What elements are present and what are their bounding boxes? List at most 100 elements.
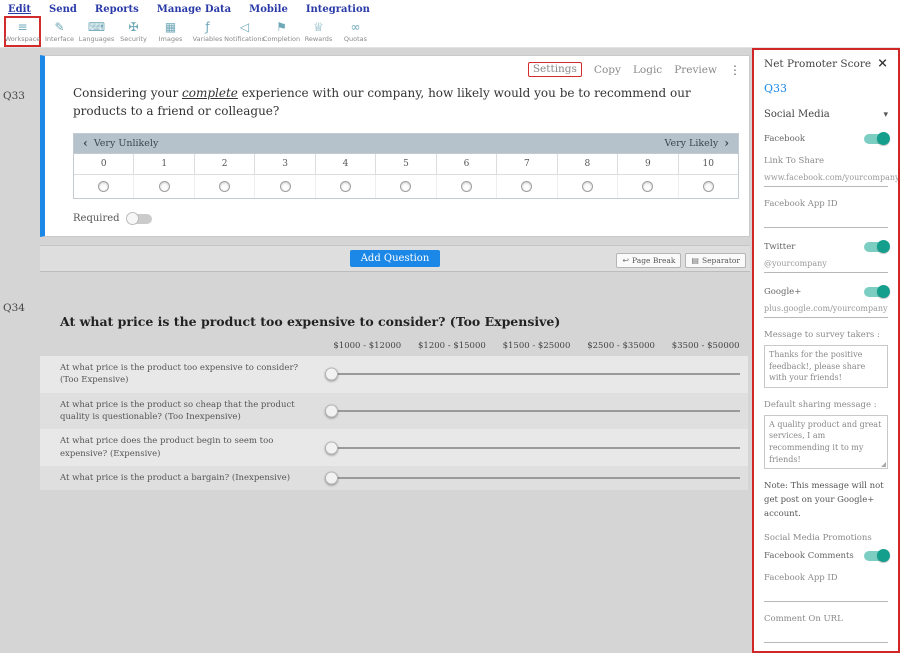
slider-track[interactable]: [325, 477, 740, 479]
social-media-section-header[interactable]: Social Media ▾: [764, 109, 888, 120]
toolbar-item-quotas[interactable]: ∞ Quotas: [337, 16, 374, 47]
toolbar-item-images[interactable]: ▦ Images: [152, 16, 189, 47]
menu-integration[interactable]: Integration: [306, 4, 370, 15]
toolbar-item-security[interactable]: ✠ Security: [115, 16, 152, 47]
toolbar-label: Interface: [45, 35, 74, 43]
scale-radio[interactable]: [255, 175, 315, 198]
page-break-button[interactable]: ↩ Page Break: [616, 253, 681, 268]
question-title[interactable]: At what price is the product too expensi…: [40, 314, 750, 329]
facebook-app-id-2-input[interactable]: [764, 588, 888, 602]
google-plus-input[interactable]: plus.google.com/yourcompany: [764, 302, 888, 318]
toolbar-item-workspace[interactable]: ≡ Workspace: [4, 16, 41, 47]
scale-value: 6: [437, 154, 497, 174]
separator-label: Separator: [702, 256, 740, 265]
toolbar-item-notifications[interactable]: ◁ Notifications: [226, 16, 263, 47]
survey-editor-canvas: Q33 Q34 Settings Copy Logic Preview ⋮ Co…: [0, 48, 752, 653]
required-label: Required: [73, 213, 120, 224]
row-label: At what price is the product a bargain? …: [40, 466, 325, 490]
toolbar-item-variables[interactable]: ƒ Variables: [189, 16, 226, 47]
toolbar-item-languages[interactable]: ⌨ Languages: [78, 16, 115, 47]
add-question-button[interactable]: Add Question: [350, 250, 441, 267]
toolbar-item-interface[interactable]: ✎ Interface: [41, 16, 78, 47]
nps-radio-row: [74, 174, 738, 198]
column-header: $2500 - $35000: [579, 341, 664, 351]
chevron-left-icon[interactable]: ‹: [83, 139, 88, 148]
facebook-toggle[interactable]: [864, 134, 888, 144]
slider-track[interactable]: [325, 447, 740, 449]
toolbar-item-completion[interactable]: ⚑ Completion: [263, 16, 300, 47]
radio-icon: [582, 181, 593, 192]
radio-icon: [642, 181, 653, 192]
scale-radio[interactable]: [437, 175, 497, 198]
comment-on-url-label: Comment On URL: [764, 614, 888, 624]
toolbar-label: Images: [159, 35, 183, 43]
matrix-row: At what price is the product so cheap th…: [40, 393, 748, 430]
question-block-q33: Settings Copy Logic Preview ⋮ Considerin…: [40, 55, 750, 237]
slider-handle[interactable]: [325, 472, 338, 485]
radio-icon: [98, 181, 109, 192]
message-to-survey-takers-textarea[interactable]: Thanks for the positive feedback!, pleas…: [764, 345, 888, 388]
scale-value: 5: [376, 154, 436, 174]
preview-button[interactable]: Preview: [674, 64, 717, 76]
menu-mobile[interactable]: Mobile: [249, 4, 288, 15]
twitter-toggle[interactable]: [864, 242, 888, 252]
scale-radio[interactable]: [497, 175, 557, 198]
separator-button[interactable]: ▤ Separator: [685, 253, 746, 268]
slider-handle[interactable]: [325, 441, 338, 454]
scale-radio[interactable]: [195, 175, 255, 198]
link-to-share-input[interactable]: www.facebook.com/yourcompany: [764, 171, 888, 187]
default-sharing-message-textarea[interactable]: A quality product and great services, I …: [764, 415, 888, 469]
slider-track[interactable]: [325, 410, 740, 412]
scale-radio[interactable]: [618, 175, 678, 198]
facebook-comments-toggle[interactable]: [864, 551, 888, 561]
settings-button[interactable]: Settings: [528, 62, 582, 77]
google-plus-label: Google+: [764, 287, 801, 297]
facebook-app-id-input[interactable]: [764, 214, 888, 228]
radio-icon: [521, 181, 532, 192]
scale-radio[interactable]: [376, 175, 436, 198]
menu-edit[interactable]: Edit: [8, 4, 31, 15]
matrix-row: At what price does the product begin to …: [40, 429, 748, 466]
matrix-column-headers: $1000 - $12000 $1200 - $15000 $1500 - $2…: [40, 341, 748, 351]
price-slider-matrix: $1000 - $12000 $1200 - $15000 $1500 - $2…: [40, 341, 748, 490]
security-icon: ✠: [128, 21, 138, 34]
google-plus-toggle[interactable]: [864, 287, 888, 297]
scale-radio[interactable]: [74, 175, 134, 198]
question-text[interactable]: Considering your complete experience wit…: [73, 84, 718, 120]
menu-manage-data[interactable]: Manage Data: [157, 4, 231, 15]
scale-value: 10: [679, 154, 738, 174]
chevron-right-icon[interactable]: ›: [724, 139, 729, 148]
scale-radio[interactable]: [134, 175, 194, 198]
column-header: $1500 - $25000: [494, 341, 579, 351]
google-note: Note: This message will not get post on …: [764, 479, 888, 521]
nps-scale-header: ‹ Very Unlikely Very Likely ›: [74, 134, 738, 153]
slider-track[interactable]: [325, 373, 740, 375]
slider-handle[interactable]: [325, 368, 338, 381]
menu-reports[interactable]: Reports: [95, 4, 139, 15]
question-actions: Settings Copy Logic Preview ⋮: [73, 62, 741, 77]
facebook-comments-label: Facebook Comments: [764, 551, 854, 561]
column-header: $1000 - $12000: [325, 341, 410, 351]
row-label: At what price is the product too expensi…: [40, 356, 325, 393]
toggle-knob: [877, 285, 890, 298]
scale-radio[interactable]: [558, 175, 618, 198]
scale-radio[interactable]: [679, 175, 738, 198]
twitter-handle-input[interactable]: @yourcompany: [764, 257, 888, 273]
copy-button[interactable]: Copy: [594, 64, 621, 76]
menu-send[interactable]: Send: [49, 4, 77, 15]
toolbar-item-rewards[interactable]: ♕ Rewards: [300, 16, 337, 47]
price-slider: [325, 400, 740, 422]
close-icon[interactable]: ×: [877, 59, 888, 69]
column-header: $1200 - $15000: [410, 341, 495, 351]
question-number-q33: Q33: [3, 90, 25, 102]
slider-handle[interactable]: [325, 404, 338, 417]
radio-icon: [219, 181, 230, 192]
comment-on-url-input[interactable]: [764, 629, 888, 643]
logic-button[interactable]: Logic: [633, 64, 662, 76]
scale-radio[interactable]: [316, 175, 376, 198]
required-toggle[interactable]: [128, 214, 152, 224]
toolbar-label: Variables: [193, 35, 223, 43]
facebook-app-id-2-label: Facebook App ID: [764, 573, 888, 583]
more-options-icon[interactable]: ⋮: [729, 63, 741, 77]
scale-value: 8: [558, 154, 618, 174]
